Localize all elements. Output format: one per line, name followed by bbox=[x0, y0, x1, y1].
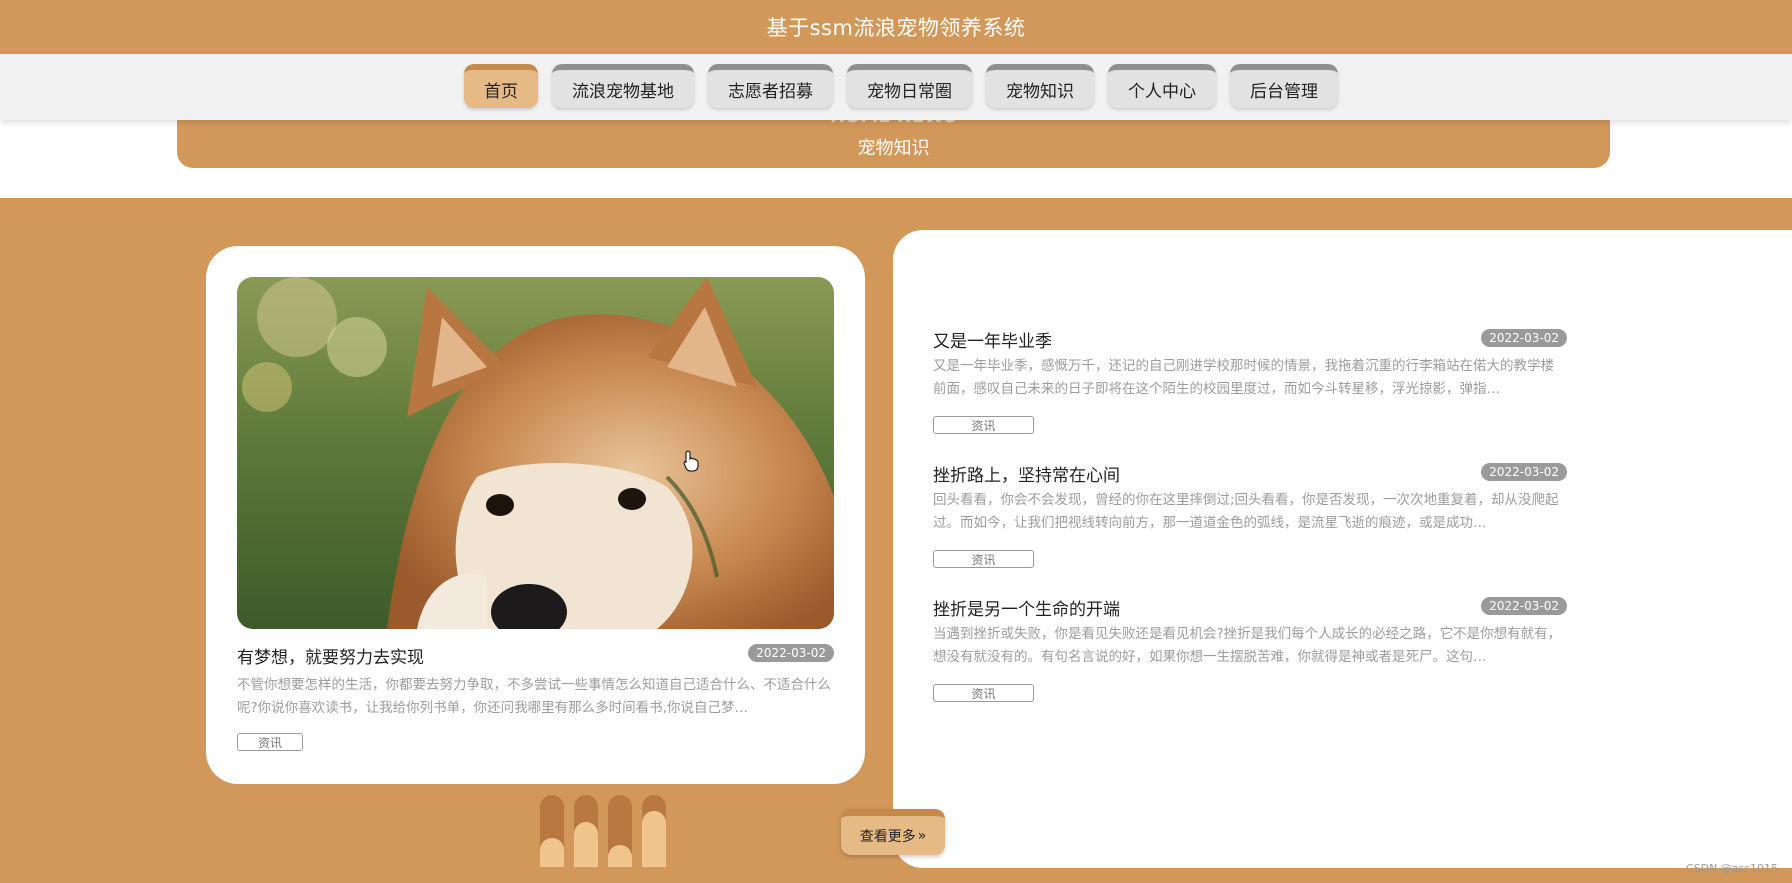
news-tag[interactable]: 资讯 bbox=[933, 684, 1034, 702]
news-tag[interactable]: 资讯 bbox=[933, 416, 1034, 434]
carousel-dot[interactable] bbox=[540, 795, 564, 867]
featured-news-summary: 不管你想要怎样的生活，你都要去努力争取，不多尝试一些事情怎么知道自己适合什么、不… bbox=[237, 677, 831, 716]
section-title: 宠物知识 bbox=[857, 138, 930, 159]
news-date: 2022-03-02 bbox=[1481, 463, 1567, 481]
double-chevron-right-icon: » bbox=[917, 827, 927, 844]
news-item[interactable]: 挫折路上，坚持常在心间 2022-03-02 回头看看，你会不会发现，曾经的你在… bbox=[933, 461, 1567, 583]
news-summary: 又是一年毕业季，感慨万千，还记的自己刚进学校那时候的情景，我拖着沉重的行李箱站在… bbox=[933, 358, 1554, 397]
news-date: 2022-03-02 bbox=[1481, 597, 1567, 615]
nav-items: 首页 流浪宠物基地 志愿者招募 宠物日常圈 宠物知识 个人中心 后台管理 bbox=[464, 64, 1338, 108]
nav-item-pet-base[interactable]: 流浪宠物基地 bbox=[552, 64, 694, 108]
app-title: 基于ssm流浪宠物领养系统 bbox=[766, 16, 1026, 40]
carousel-dot[interactable] bbox=[608, 795, 632, 867]
featured-news-tag[interactable]: 资讯 bbox=[237, 733, 303, 751]
news-item[interactable]: 挫折是另一个生命的开端 2022-03-02 当遇到挫折或失败，你是看见失败还是… bbox=[933, 595, 1567, 717]
nav-item-pet-daily[interactable]: 宠物日常圈 bbox=[847, 64, 972, 108]
view-more-label: 查看更多 bbox=[859, 828, 916, 845]
featured-news-date: 2022-03-02 bbox=[748, 644, 834, 662]
main-nav: 首页 流浪宠物基地 志愿者招募 宠物日常圈 宠物知识 个人中心 后台管理 bbox=[0, 54, 1792, 120]
news-list-panel: 又是一年毕业季 2022-03-02 又是一年毕业季，感慨万千，还记的自己刚进学… bbox=[893, 230, 1792, 868]
news-item[interactable]: 又是一年毕业季 2022-03-02 又是一年毕业季，感慨万千，还记的自己刚进学… bbox=[933, 327, 1567, 449]
watermark: CSDN @ass1015 bbox=[1685, 862, 1778, 875]
carousel-dot[interactable] bbox=[642, 795, 666, 867]
nav-item-admin[interactable]: 后台管理 bbox=[1230, 64, 1338, 108]
news-title[interactable]: 又是一年毕业季 bbox=[933, 327, 1052, 352]
dog-photo[interactable] bbox=[237, 277, 834, 629]
news-title[interactable]: 挫折路上，坚持常在心间 bbox=[933, 461, 1120, 486]
news-title[interactable]: 挫折是另一个生命的开端 bbox=[933, 595, 1120, 620]
news-date: 2022-03-02 bbox=[1481, 329, 1567, 347]
carousel-indicators bbox=[540, 795, 666, 867]
view-more-button[interactable]: 查看更多 » bbox=[841, 809, 945, 855]
news-summary: 当遇到挫折或失败，你是看见失败还是看见机会?挫折是我们每个人成长的必经之路，它不… bbox=[933, 626, 1562, 665]
nav-item-home[interactable]: 首页 bbox=[464, 64, 538, 108]
news-tag[interactable]: 资讯 bbox=[933, 550, 1034, 568]
carousel-dot[interactable] bbox=[574, 795, 598, 867]
hand-cursor-icon bbox=[683, 450, 699, 476]
featured-news-title[interactable]: 有梦想，就要努力去实现 bbox=[237, 643, 424, 668]
nav-item-pet-knowledge[interactable]: 宠物知识 bbox=[986, 64, 1094, 108]
nav-item-personal-center[interactable]: 个人中心 bbox=[1108, 64, 1216, 108]
featured-news-card[interactable]: 有梦想，就要努力去实现 2022-03-02 不管你想要怎样的生活，你都要去努力… bbox=[206, 246, 865, 784]
dog-illustration bbox=[237, 277, 834, 629]
nav-item-volunteer[interactable]: 志愿者招募 bbox=[708, 64, 833, 108]
top-header: 基于ssm流浪宠物领养系统 bbox=[0, 0, 1792, 54]
news-summary: 回头看看，你会不会发现，曾经的你在这里摔倒过;回头看看，你是否发现，一次次地重复… bbox=[933, 492, 1559, 531]
